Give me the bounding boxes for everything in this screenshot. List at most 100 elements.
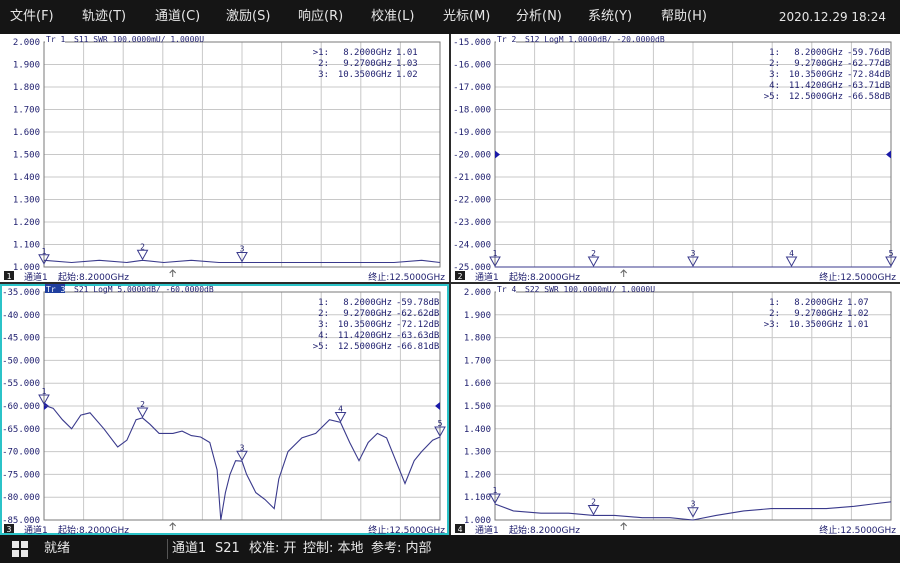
reference-right-arrow-icon[interactable] <box>435 402 440 410</box>
footer-channel[interactable]: 通道1 <box>24 524 48 535</box>
marker-readout-label: >5: <box>313 342 329 352</box>
footer-start-freq[interactable]: 起始:8.2000GHz <box>509 524 580 535</box>
y-tick-label: -60.000 <box>2 402 40 412</box>
y-tick-label: -20.000 <box>453 151 491 161</box>
marker-triangle-icon[interactable] <box>136 249 149 261</box>
y-tick-label: -50.000 <box>2 356 40 366</box>
y-tick-label: -35.000 <box>2 288 40 298</box>
menu-marker[interactable]: 光标(M) <box>443 0 490 34</box>
marker-number: 2 <box>591 249 596 258</box>
datetime-display: 2020.12.29 18:24 <box>778 10 886 24</box>
footer-channel[interactable]: 通道1 <box>475 524 499 535</box>
marker-readout-freq: 10.3500GHz <box>789 70 843 80</box>
trace-header: S22 SWR 100.0000mU/ 1.0000U <box>525 285 655 294</box>
status-bar: 就绪 通道1 S21 校准: 开 控制: 本地 参考: 内部 <box>0 535 900 563</box>
y-tick-label: 1.200 <box>13 218 40 228</box>
marker-number: 2 <box>140 400 145 409</box>
trace-panel-2[interactable]: -15.000 -16.000 -17.000 -18.000 -19.000 -20.0… <box>451 34 900 282</box>
marker-readout-value: -63.63dB <box>396 331 439 341</box>
status-calibration[interactable]: 校准: 开 <box>249 535 297 563</box>
trace-plot-1[interactable]: 2.000 1.900 1.800 1.700 1.600 1.500 1.400 1.300… <box>0 34 449 282</box>
y-tick-label: 1.600 <box>464 379 491 389</box>
y-tick-label: -70.000 <box>2 448 40 458</box>
marker-readout-value: -72.84dB <box>847 70 890 80</box>
y-tick-label: 1.400 <box>464 425 491 435</box>
menu-channel[interactable]: 通道(C) <box>155 0 200 34</box>
status-ready: 就绪 <box>44 541 71 556</box>
y-tick-label: -23.000 <box>453 218 491 228</box>
footer-stop-freq[interactable]: 终止:12.5000GHz <box>368 524 445 535</box>
marker-readout-label: 2: <box>769 309 780 319</box>
footer-channel[interactable]: 通道1 <box>24 271 48 282</box>
marker-readout-freq: 12.5000GHz <box>338 342 392 352</box>
footer-start-freq[interactable]: 起始:8.2000GHz <box>58 524 129 535</box>
menu-trace[interactable]: 轨迹(T) <box>82 0 126 34</box>
marker-number: 2 <box>140 242 145 251</box>
trace-header: S12 LogM 1.0000dB/ -20.0000dB <box>525 35 665 44</box>
trace-panel-1[interactable]: 2.000 1.900 1.800 1.700 1.600 1.500 1.400 1.300… <box>0 34 449 282</box>
y-tick-label: 2.000 <box>464 288 491 298</box>
channel-number: 4 <box>458 525 463 534</box>
marker-number: 2 <box>591 497 596 506</box>
reference-left-arrow-icon[interactable] <box>495 150 500 159</box>
marker-number: 4 <box>338 405 343 414</box>
menu-stimulus[interactable]: 激励(S) <box>226 0 270 34</box>
marker-number: 3 <box>240 245 245 254</box>
trace-label[interactable]: Tr 3 <box>46 285 65 294</box>
marker-triangle-icon[interactable] <box>587 504 600 516</box>
menu-analysis[interactable]: 分析(N) <box>516 0 562 34</box>
menu-help[interactable]: 帮助(H) <box>661 0 707 34</box>
trace-label[interactable]: Tr 2 <box>497 35 516 44</box>
marker-readout-value: -66.58dB <box>847 92 890 102</box>
menu-file[interactable]: 文件(F) <box>10 0 54 34</box>
footer-channel[interactable]: 通道1 <box>475 271 499 282</box>
marker-readout-label: 1: <box>318 298 329 308</box>
marker-triangle-icon[interactable] <box>587 256 600 268</box>
status-divider <box>167 539 168 559</box>
trace-plot-2[interactable]: -15.000 -16.000 -17.000 -18.000 -19.000 -20.0… <box>451 34 900 282</box>
footer-start-freq[interactable]: 起始:8.2000GHz <box>58 271 129 282</box>
y-tick-label: -17.000 <box>453 83 491 93</box>
footer-start-freq[interactable]: 起始:8.2000GHz <box>509 271 580 282</box>
trace-label[interactable]: Tr 1 <box>46 35 65 44</box>
y-tick-label: -21.000 <box>453 173 491 183</box>
menu-response[interactable]: 响应(R) <box>298 0 343 34</box>
trace-plot-3[interactable]: -35.000 -40.000 -45.000 -50.000 -55.000 -60.0… <box>0 284 449 535</box>
trace-label[interactable]: Tr 4 <box>497 285 516 294</box>
marker-readout-value: 1.03 <box>396 59 418 69</box>
footer-stop-freq[interactable]: 终止:12.5000GHz <box>819 271 896 282</box>
status-control[interactable]: 控制: 本地 <box>303 535 364 563</box>
marker-triangle-icon[interactable] <box>136 407 149 418</box>
status-reference[interactable]: 参考: 内部 <box>371 535 432 563</box>
marker-triangle-icon[interactable] <box>785 256 798 268</box>
marker-number: 1 <box>493 249 498 258</box>
trace-panel-3[interactable]: -35.000 -40.000 -45.000 -50.000 -55.000 -60.0… <box>0 284 449 535</box>
marker-readout-value: -62.62dB <box>396 309 439 319</box>
menu-calibration[interactable]: 校准(L) <box>371 0 414 34</box>
y-tick-label: -80.000 <box>2 493 40 503</box>
y-tick-label: -55.000 <box>2 379 40 389</box>
y-tick-label: 1.800 <box>464 334 491 344</box>
trace-plot-4[interactable]: 2.000 1.900 1.800 1.700 1.600 1.500 1.400 1.300… <box>451 284 900 535</box>
footer-stop-freq[interactable]: 终止:12.5000GHz <box>819 524 896 535</box>
trace-panel-4[interactable]: 2.000 1.900 1.800 1.700 1.600 1.500 1.400 1.300… <box>451 284 900 535</box>
trace-header: S21 LogM 5.0000dB/ -60.0000dB <box>74 285 214 294</box>
marker-readout-label: 1: <box>769 48 780 58</box>
y-tick-label: 1.900 <box>13 61 40 71</box>
reference-right-arrow-icon[interactable] <box>886 150 891 159</box>
marker-readout-value: 1.01 <box>396 48 418 58</box>
marker-readout-label: 2: <box>769 59 780 69</box>
y-tick-label: -16.000 <box>453 61 491 71</box>
status-channel[interactable]: 通道1 <box>172 535 206 563</box>
marker-number: 5 <box>889 249 894 258</box>
menu-system[interactable]: 系统(Y) <box>588 0 632 34</box>
footer-stop-freq[interactable]: 终止:12.5000GHz <box>368 271 445 282</box>
marker-triangle-icon[interactable] <box>334 412 347 423</box>
channel-number: 2 <box>458 272 463 281</box>
marker-readout-freq: 9.2700GHz <box>794 309 843 319</box>
status-sparam[interactable]: S21 <box>215 535 240 563</box>
marker-readout-value: 1.01 <box>847 320 869 330</box>
layout-grid-icon[interactable] <box>12 541 28 557</box>
marker-readout-freq: 9.2700GHz <box>343 59 392 69</box>
y-tick-label: 1.800 <box>13 83 40 93</box>
